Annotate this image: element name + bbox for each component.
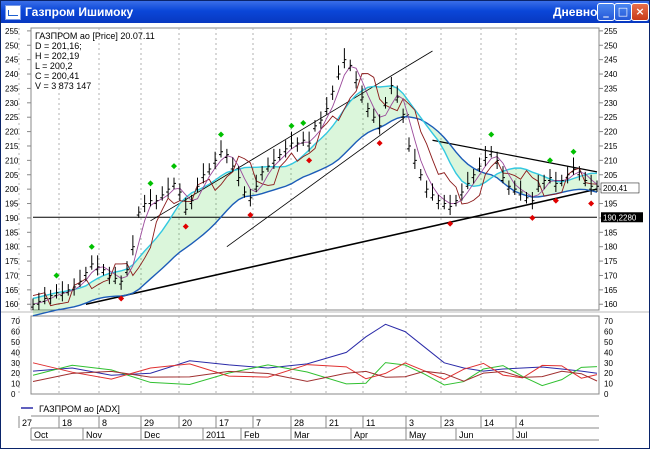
price-tick-label-left: 180 <box>5 243 19 252</box>
x-day-label: 18 <box>62 418 72 428</box>
price-tick-label-left: 240 <box>5 70 19 79</box>
adx-legend: ГАЗПРОМ ао [ADX] <box>39 404 120 414</box>
price-tick-label-right: 235 <box>604 84 618 93</box>
price-tick-label-right: 225 <box>604 113 618 122</box>
price-tick-label-right: 205 <box>604 171 618 180</box>
x-day-label: 3 <box>409 418 414 428</box>
current-price-label: 200,41 <box>603 184 628 193</box>
price-tick-label-left: 200 <box>5 185 19 194</box>
price-tick-label-left: 205 <box>5 171 19 180</box>
x-month-label: Oct <box>34 430 49 440</box>
price-tick-label-left: 160 <box>5 300 19 309</box>
adx-tick-label-right: 60 <box>604 328 613 337</box>
adx-tick-label-right: 40 <box>604 348 613 357</box>
x-day-label: 4 <box>519 418 524 428</box>
chart-app-icon <box>5 5 21 20</box>
adx-tick-label-left: 70 <box>11 317 20 326</box>
chart-window: Газпром Ишимоку Дневной _ □ × 160 160 165 1… <box>0 0 650 449</box>
x-month-label: Apr <box>354 430 368 440</box>
info-close: C = 200,41 <box>35 71 79 81</box>
minimize-button[interactable]: _ <box>597 3 615 21</box>
title-bar[interactable]: Газпром Ишимоку Дневной _ □ × <box>1 1 649 23</box>
adx-tick-label-right: 50 <box>604 338 613 347</box>
price-tick-label-left: 220 <box>5 128 19 137</box>
price-tick-label-left: 185 <box>5 228 19 237</box>
price-tick-label-right: 230 <box>604 99 618 108</box>
x-day-label: 23 <box>444 418 454 428</box>
x-month-label: Jun <box>459 430 474 440</box>
price-tick-label-right: 185 <box>604 228 618 237</box>
price-tick-label-right: 180 <box>604 243 618 252</box>
info-open: D = 201,16; <box>35 41 82 51</box>
window-title: Газпром Ишимоку <box>25 5 134 19</box>
close-button[interactable]: × <box>631 3 649 21</box>
adx-tick-label-left: 10 <box>11 380 20 389</box>
adx-tick-label-right: 10 <box>604 380 613 389</box>
maximize-button[interactable]: □ <box>614 3 632 21</box>
adx-tick-label-right: 70 <box>604 317 613 326</box>
x-day-label: 21 <box>329 418 339 428</box>
price-tick-label-right: 215 <box>604 142 618 151</box>
price-tick-label-right: 240 <box>604 70 618 79</box>
x-day-label: 11 <box>366 418 375 428</box>
price-tick-label-left: 215 <box>5 142 19 151</box>
price-tick-label-right: 250 <box>604 41 618 50</box>
x-day-label: 20 <box>182 418 192 428</box>
x-day-label: 28 <box>294 418 304 428</box>
price-tick-label-right: 165 <box>604 286 618 295</box>
x-month-label: Nov <box>86 430 103 440</box>
info-title: ГАЗПРОМ ао [Price] 20.07.11 <box>35 31 155 41</box>
adx-tick-label-left: 20 <box>11 369 20 378</box>
price-tick-label-right: 255 <box>604 27 618 36</box>
price-tick-label-left: 190 <box>5 214 19 223</box>
price-tick-label-left: 195 <box>5 200 19 209</box>
price-tick-label-right: 160 <box>604 300 618 309</box>
price-tick-label-right: 170 <box>604 271 618 280</box>
x-day-label: 8 <box>102 418 107 428</box>
info-volume: V = 3 873 147 <box>35 81 91 91</box>
price-tick-label-left: 255 <box>5 27 19 36</box>
x-day-label: 29 <box>144 418 154 428</box>
x-month-label: Jul <box>516 430 528 440</box>
adx-tick-label-right: 30 <box>604 359 613 368</box>
adx-tick-label-left: 50 <box>11 338 20 347</box>
x-day-label: 14 <box>484 418 494 428</box>
price-tick-label-left: 175 <box>5 257 19 266</box>
adx-tick-label-left: 40 <box>11 348 20 357</box>
price-tick-label-right: 195 <box>604 200 618 209</box>
info-low: L = 200,2 <box>35 61 72 71</box>
x-day-label: 17 <box>219 418 229 428</box>
x-month-label: Dec <box>144 430 161 440</box>
price-tick-label-right: 245 <box>604 56 618 65</box>
price-tick-label-left: 230 <box>5 99 19 108</box>
adx-tick-label-left: 0 <box>11 390 16 399</box>
price-tick-label-left: 210 <box>5 156 19 165</box>
price-tick-label-left: 225 <box>5 113 19 122</box>
x-month-label: Feb <box>244 430 260 440</box>
price-tick-label-left: 165 <box>5 286 19 295</box>
price-tick-label-left: 235 <box>5 84 19 93</box>
price-tick-label-right: 210 <box>604 156 618 165</box>
adx-tick-label-left: 30 <box>11 359 20 368</box>
price-tick-label-left: 245 <box>5 56 19 65</box>
price-tick-label-left: 170 <box>5 271 19 280</box>
adx-tick-label-right: 20 <box>604 369 613 378</box>
price-tick-label-left: 250 <box>5 41 19 50</box>
adx-tick-label-right: 0 <box>604 390 609 399</box>
adx-tick-label-left: 60 <box>11 328 20 337</box>
x-day-label: 7 <box>256 418 261 428</box>
x-month-label: 2011 <box>206 430 225 440</box>
info-high: H = 202,19 <box>35 51 79 61</box>
x-month-label: May <box>409 430 427 440</box>
price-tick-label-right: 220 <box>604 128 618 137</box>
chart-area[interactable]: 160 160165 165170 170175 175180 180185 1851901… <box>1 23 649 448</box>
x-day-label: 27 <box>22 418 32 428</box>
x-month-label: Mar <box>294 430 310 440</box>
price-tick-label-right: 175 <box>604 257 618 266</box>
hline-price-label: 190,2280 <box>603 213 637 222</box>
